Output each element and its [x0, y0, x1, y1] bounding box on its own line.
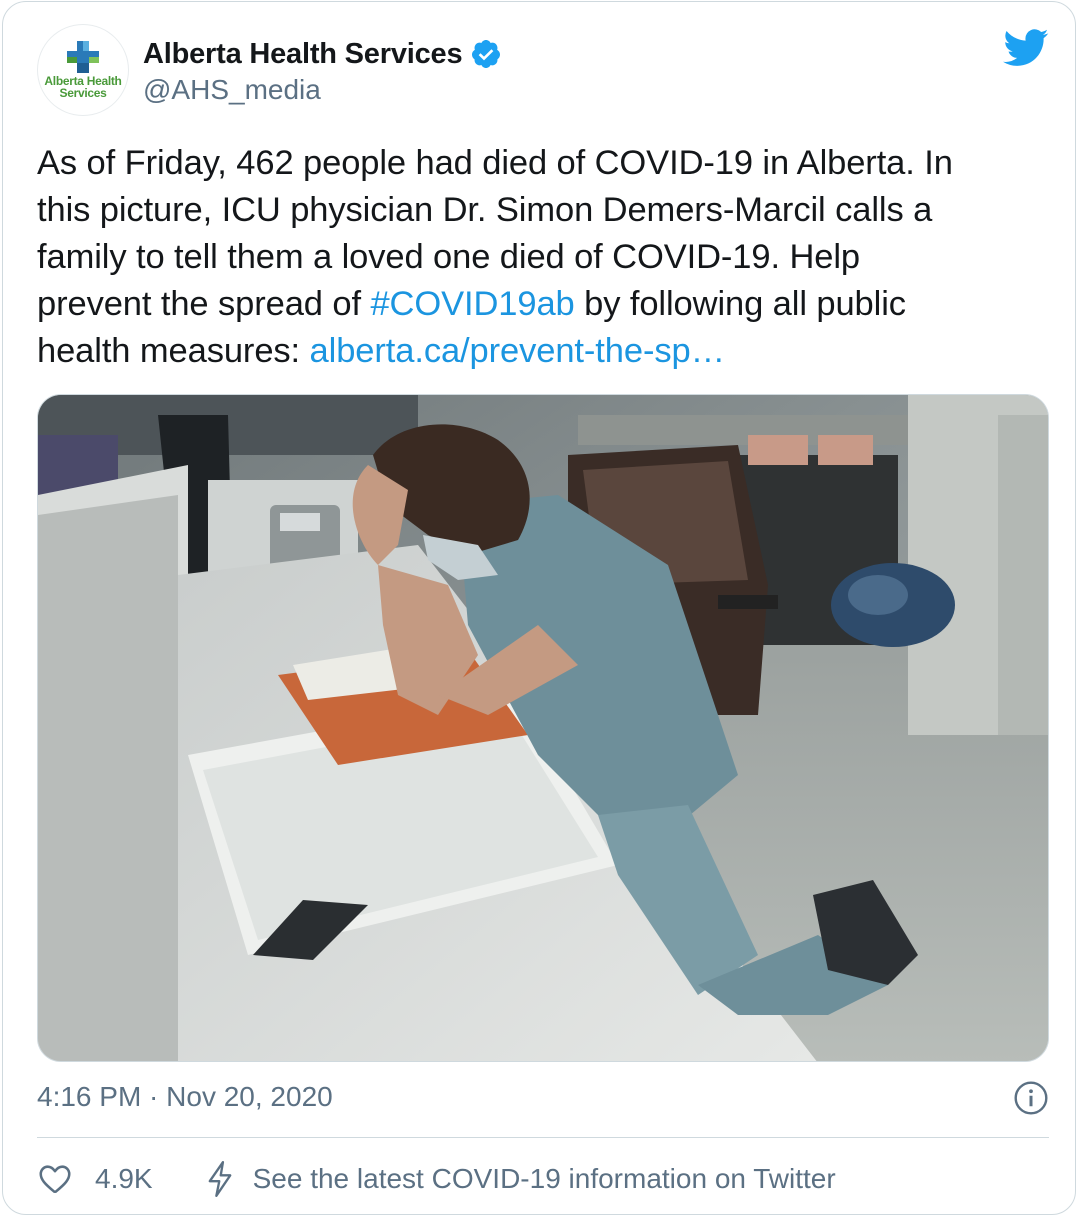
tweet-text-segment: health measures:	[37, 332, 310, 370]
tweet-text-segment: prevent the spread of	[37, 285, 371, 323]
tweet-text-line: health measures: alberta.ca/prevent-the-…	[37, 328, 1047, 375]
url-link[interactable]: alberta.ca/prevent-the-sp…	[310, 332, 726, 370]
display-name[interactable]: Alberta Health Services	[143, 38, 463, 71]
name-row: Alberta Health Services	[143, 35, 502, 73]
tweet-text-segment: by following all public	[574, 285, 906, 323]
verified-badge-icon	[472, 40, 501, 68]
twitter-bird-icon[interactable]	[1003, 28, 1049, 68]
tweet-text-line: this picture, ICU physician Dr. Simon De…	[37, 191, 933, 229]
tweet-text: As of Friday, 462 people had died of COV…	[37, 140, 1047, 375]
ahs-logo-icon	[67, 41, 99, 73]
divider	[37, 1137, 1049, 1138]
like-count[interactable]: 4.9K	[95, 1163, 153, 1195]
covid-info-link[interactable]: See the latest COVID-19 information on T…	[253, 1163, 836, 1195]
tweet-text-line: As of Friday, 462 people had died of COV…	[37, 144, 953, 182]
handle[interactable]: @AHS_media	[143, 74, 321, 106]
info-icon[interactable]	[1013, 1080, 1049, 1116]
tweet-text-line: prevent the spread of #COVID19ab by foll…	[37, 281, 1047, 328]
avatar[interactable]: Alberta Health Services	[37, 24, 129, 116]
heart-icon[interactable]	[37, 1161, 73, 1197]
action-bar: 4.9K See the latest COVID-19 information…	[37, 1154, 836, 1204]
tweet-card: Alberta Health Services Alberta Health S…	[2, 1, 1076, 1215]
tweet-text-line: family to tell them a loved one died of …	[37, 238, 861, 276]
avatar-label-line2: Services	[59, 86, 107, 100]
timestamp[interactable]: 4:16 PM · Nov 20, 2020	[37, 1081, 333, 1113]
lightning-bolt-icon	[208, 1161, 232, 1197]
photo-image	[38, 395, 1048, 1061]
tweet-photo[interactable]	[37, 394, 1049, 1062]
hashtag-link[interactable]: #COVID19ab	[370, 285, 574, 323]
